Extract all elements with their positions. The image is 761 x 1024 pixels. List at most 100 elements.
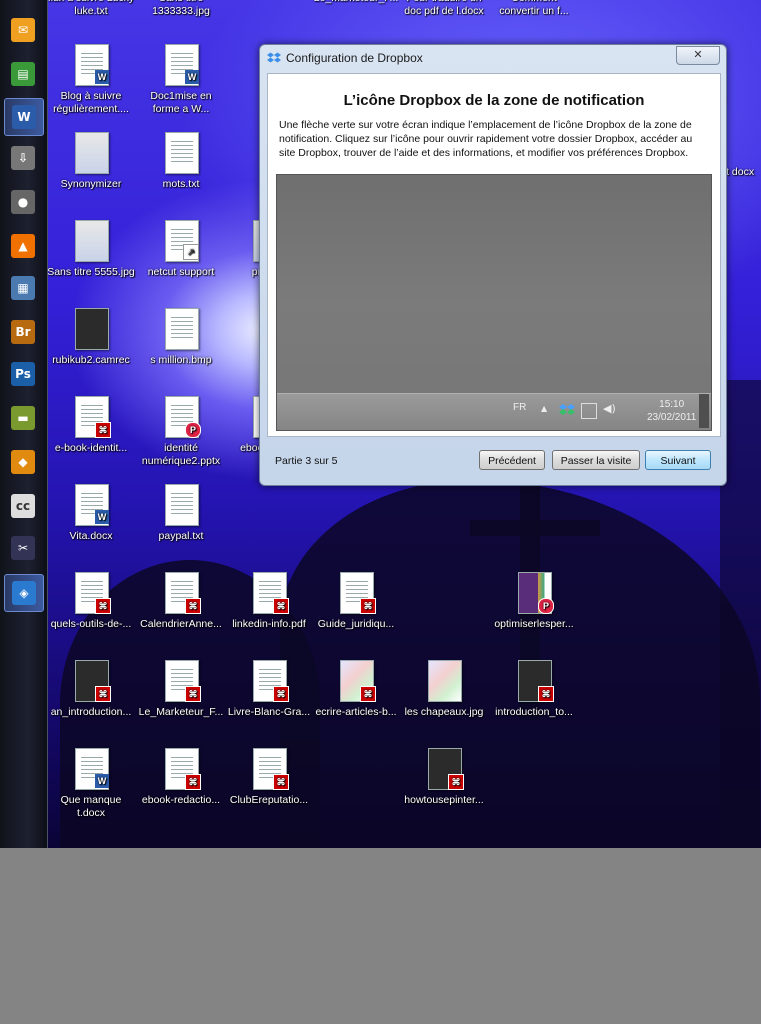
desktop-icon-label: Que manque t.docx (60, 794, 122, 819)
desktop-icon[interactable]: Poptimiserlesper... (490, 572, 578, 631)
desktop-icon[interactable]: W Vita.docx (47, 484, 135, 543)
taskbar-button[interactable]: ▤ (4, 56, 42, 92)
file-icon: ⌘ (249, 572, 289, 614)
file-icon (161, 484, 201, 526)
desktop-icon[interactable]: ⌘ quels-outils-de-... (47, 572, 135, 631)
file-icon (71, 132, 111, 174)
desktop-icon[interactable]: W Blog à suivre régulièrement.... (47, 44, 135, 116)
file-icon: ⌘ (161, 572, 201, 614)
desktop-icon[interactable]: ⌘ introduction_to... (490, 660, 578, 719)
dialog-titlebar[interactable]: Configuration de Dropbox ✕ (260, 45, 726, 71)
desktop-icon-label: flux à suivre Lucky luke.txt (48, 0, 134, 17)
desktop-icon-label: Synonymizer (60, 178, 122, 190)
desktop-icon[interactable]: flux à suivre Lucky luke.txt (47, 0, 135, 18)
file-icon (424, 660, 464, 702)
dialog-heading: L’icône Dropbox de la zone de notificati… (343, 92, 645, 109)
dialog-body: L’icône Dropbox de la zone de notificati… (267, 73, 721, 437)
desktop-icon-label: linkedin-info.pdf (232, 618, 306, 630)
taskbar-button[interactable]: ✂ (4, 530, 42, 566)
desktop-icon[interactable]: ⌘ CalendrierAnne... (137, 572, 225, 631)
desktop-icon[interactable]: ↗ netcut support (137, 220, 225, 279)
dialog-footer: Partie 3 sur 5 Précédent Passer la visit… (260, 441, 726, 485)
desktop-icon[interactable]: W Que manque t.docx (47, 748, 135, 820)
desktop-icon-label: identité numérique2.pptx (141, 442, 221, 467)
file-icon: W (161, 44, 201, 86)
taskbar-button[interactable]: ▦ (4, 270, 42, 306)
desktop-icon[interactable]: Pour traduire un doc pdf de l.docx (400, 0, 488, 18)
desktop-icon-label: CalendrierAnne... (140, 618, 222, 630)
vlc-icon: ▲ (11, 234, 35, 258)
taskbar-button[interactable]: ⇩ (4, 140, 42, 176)
desktop-icon[interactable]: ⌘ linkedin-info.pdf (225, 572, 313, 631)
desktop-icon[interactable]: les chapeaux.jpg (400, 660, 488, 719)
desktop-icon[interactable]: W Doc1mise en forme a W... (137, 44, 225, 116)
taskbar-button[interactable]: ▲ (4, 228, 42, 264)
file-icon: P (514, 572, 554, 614)
dropbox-setup-dialog: Configuration de Dropbox ✕ L’icône Dropb… (259, 44, 727, 486)
file-icon: ⌘ (514, 660, 554, 702)
desktop-icon[interactable]: ⌘ Le_Marketeur_F... (137, 660, 225, 719)
desktop-icon-label: quels-outils-de-... (50, 618, 132, 630)
taskbar-button[interactable]: ▬ (4, 400, 42, 436)
taskbar-button[interactable]: ◈ (4, 574, 44, 612)
taskbar-button[interactable]: ◆ (4, 444, 42, 480)
desktop-icon[interactable]: ⌘ e-book-identit... (47, 396, 135, 455)
file-icon: W (71, 748, 111, 790)
dropbox-icon: ◈ (12, 581, 36, 605)
desktop-icon[interactable]: ⌘ ecrire-articles-b... (312, 660, 400, 719)
network-icon (581, 403, 597, 419)
desktop-icon-label: Guide_juridiqu... (317, 618, 395, 630)
blank-area (0, 848, 761, 1024)
desktop-icon-label: Livre-Blanc-Gra... (227, 706, 311, 718)
taskbar-button[interactable]: ● (4, 184, 42, 220)
file-icon: ⌘ (71, 660, 111, 702)
desktop-icon[interactable]: Comment convertir un f... (490, 0, 578, 18)
desktop-icon[interactable]: mots.txt (137, 132, 225, 191)
file-icon: ⌘ (161, 748, 201, 790)
desktop-icon[interactable]: Sans titre 5555.jpg (47, 220, 135, 279)
reader-icon: ▦ (11, 276, 35, 300)
word-icon: W (12, 105, 36, 129)
desktop-icon[interactable]: Le_Marketeur_F... (312, 0, 400, 5)
desktop-icon[interactable]: ⌘ ClubEreputatio... (225, 748, 313, 807)
desktop-icon-label: Le_Marketeur_F... (138, 706, 224, 718)
desktop-icon-label: optimiserlesper... (494, 618, 574, 630)
desktop-icon-label: Doc1mise en forme a W... (150, 90, 212, 115)
desktop-icon-label: ecrire-articles-b... (315, 706, 397, 718)
taskbar-button[interactable]: Br (4, 314, 42, 350)
taskbar: ✉ ▤ W ⇩ ● ▲ ▦ Br Ps ▬ ◆ cc ✂ ◈ (0, 0, 48, 862)
app-arrow-icon: ⇩ (11, 146, 35, 170)
tray-date: 23/02/2011 (647, 412, 697, 423)
taskbar-button[interactable]: Ps (4, 356, 42, 392)
skip-tour-button[interactable]: Passer la visite (552, 450, 640, 470)
desktop-icon-label: mots.txt (162, 178, 200, 190)
previous-button[interactable]: Précédent (479, 450, 545, 470)
desktop-icon[interactable]: Synonymizer (47, 132, 135, 191)
desktop-icon[interactable]: rubikub2.camrec (47, 308, 135, 367)
desktop-icon[interactable]: Pidentité numérique2.pptx (137, 396, 225, 468)
desktop-icon[interactable]: paypal.txt (137, 484, 225, 543)
photoshop-icon: Ps (11, 362, 35, 386)
desktop-icon-label: Le_Marketeur_F... (312, 0, 400, 5)
desktop-icon[interactable]: ⌘ howtousepinter... (400, 748, 488, 807)
desktop-icon-label: Comment convertir un f... (499, 0, 569, 17)
file-icon (161, 308, 201, 350)
next-button[interactable]: Suivant (645, 450, 711, 470)
taskbar-button[interactable]: W (4, 98, 44, 136)
desktop-icon[interactable]: ⌘ Livre-Blanc-Gra... (225, 660, 313, 719)
cube-icon: ◆ (11, 450, 35, 474)
desktop-icon[interactable]: ⌘ ebook-redactio... (137, 748, 225, 807)
desktop-icon[interactable]: Sans titre 1333333.jpg (137, 0, 225, 18)
desktop-icon[interactable]: s million.bmp (137, 308, 225, 367)
desktop-icon[interactable]: ⌘ an_introduction... (47, 660, 135, 719)
desktop-icon[interactable]: ⌘ Guide_juridiqu... (312, 572, 400, 631)
app-circles-icon: ● (11, 190, 35, 214)
desktop-icon-label: e-book-identit... (54, 442, 128, 454)
taskbar-button[interactable]: ✉ (4, 12, 42, 48)
preview-taskbar: FR ▲ ◀) 15:10 23/02/2011 (277, 393, 711, 430)
scissors-icon: ✂ (11, 536, 35, 560)
desktop-icon-label: introduction_to... (495, 706, 573, 718)
desktop-icon-label: Vita.docx (69, 530, 113, 542)
close-button[interactable]: ✕ (676, 46, 720, 65)
taskbar-button[interactable]: cc (4, 488, 42, 524)
